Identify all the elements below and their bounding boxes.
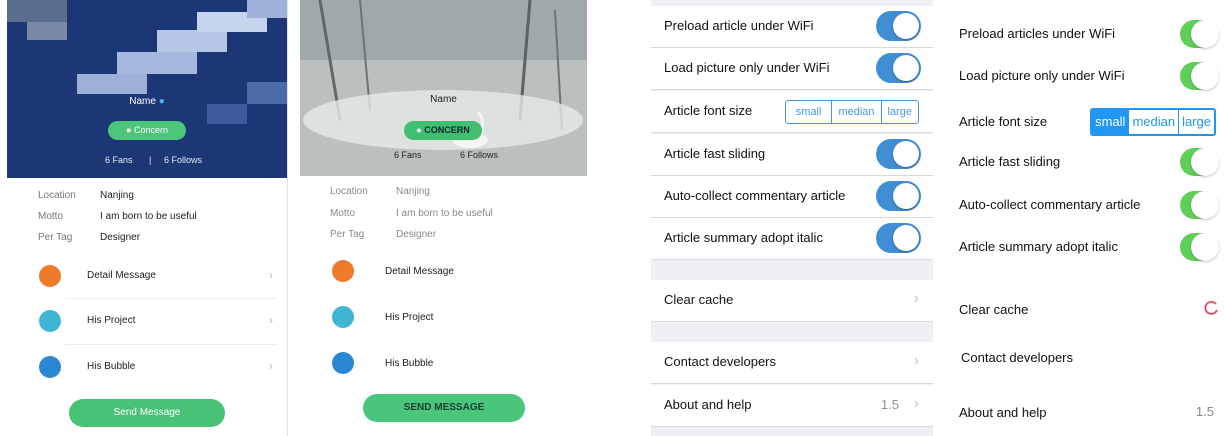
font-size-segmented-control: small median large	[784, 100, 919, 124]
follows-count[interactable]: 6 Follows	[164, 155, 202, 165]
location-value: Nanjing	[100, 190, 134, 201]
font-size-segmented-control: small median large	[1090, 108, 1216, 136]
auto-collect-toggle[interactable]	[1180, 191, 1219, 219]
about-help-row[interactable]: About and help 1.5 ›	[651, 385, 933, 427]
motto-value: I am born to be useful	[396, 208, 493, 219]
chevron-right-icon: ›	[913, 352, 919, 369]
location-label: Location	[38, 190, 76, 201]
android-settings-screen: Preload articles under WiFi Load picture…	[946, 0, 1224, 436]
chevron-right-icon: ›	[269, 313, 273, 327]
font-size-small[interactable]: small	[1092, 110, 1129, 134]
bird-icon: ●	[158, 96, 165, 107]
loading-spinner-icon	[1204, 300, 1218, 315]
contact-developers-button[interactable]: Contact developers	[961, 350, 1073, 365]
profile-screen-a: Name ● ● Concern 6 Fans | 6 Follows Loca…	[7, 0, 288, 436]
font-size-median[interactable]: median	[831, 101, 880, 123]
preload-toggle[interactable]	[1180, 20, 1219, 48]
italic-toggle[interactable]	[1180, 233, 1219, 261]
misty-swan-photo	[300, 0, 587, 176]
load-picture-label: Load picture only under WiFi	[959, 68, 1125, 83]
font-size-label: Article font size	[959, 114, 1048, 129]
chevron-right-icon: ›	[269, 268, 273, 282]
ios-settings-screen: Preload article under WiFi Load picture …	[651, 0, 933, 436]
tag-label: Per Tag	[38, 232, 73, 243]
fans-count[interactable]: 6 Fans	[105, 155, 133, 165]
clear-cache-button[interactable]: Clear cache	[959, 302, 1028, 317]
profile-screen-b: Name ● CONCERN 6 Fans 6 Follows Location…	[300, 0, 587, 436]
preload-toggle[interactable]	[876, 11, 921, 41]
fast-sliding-toggle[interactable]	[1180, 148, 1219, 176]
chevron-right-icon: ›	[913, 395, 919, 412]
menu-item-detail-message[interactable]: Detail Message	[300, 250, 587, 294]
load-picture-toggle[interactable]	[876, 53, 921, 83]
italic-toggle[interactable]	[876, 223, 921, 253]
tag-value: Designer	[100, 232, 141, 243]
auto-collect-toggle[interactable]	[876, 181, 921, 211]
setting-auto-collect: Auto-collect commentary article	[651, 176, 933, 218]
chat-bubble-icon	[39, 356, 61, 378]
profile-header-background	[7, 0, 287, 178]
auto-collect-label: Auto-collect commentary article	[959, 197, 1141, 212]
font-size-large[interactable]: large	[1178, 110, 1214, 134]
layers-icon	[39, 310, 61, 332]
clear-cache-row[interactable]: Clear cache ›	[651, 280, 933, 322]
fast-sliding-label: Article fast sliding	[959, 154, 1061, 169]
font-size-median[interactable]: median	[1128, 110, 1178, 134]
user-icon: ●	[416, 125, 422, 135]
document-icon	[39, 265, 61, 287]
chat-bubble-icon	[332, 352, 354, 374]
preload-label: Preload articles under WiFi	[959, 26, 1116, 41]
font-size-large[interactable]: large	[880, 101, 918, 123]
location-label: Location	[330, 186, 368, 197]
follows-count[interactable]: 6 Follows	[460, 150, 498, 160]
chevron-right-icon: ›	[913, 290, 919, 307]
load-picture-toggle[interactable]	[1180, 62, 1219, 90]
menu-item-his-project[interactable]: His Project ›	[7, 299, 287, 343]
setting-fast-sliding: Article fast sliding	[651, 134, 933, 176]
chevron-right-icon: ›	[269, 359, 273, 373]
menu-item-his-bubble[interactable]: His Bubble	[300, 342, 587, 386]
contact-developers-row[interactable]: Contact developers ›	[651, 342, 933, 384]
user-icon: ●	[126, 125, 132, 135]
motto-label: Motto	[330, 208, 356, 219]
menu-item-his-bubble[interactable]: His Bubble ›	[7, 345, 287, 389]
send-message-button[interactable]: SEND MESSAGE	[363, 394, 525, 422]
concern-button[interactable]: ● Concern	[108, 121, 186, 140]
version-value: 1.5	[1195, 404, 1214, 419]
setting-italic: Article summary adopt italic	[651, 218, 933, 260]
setting-preload-wifi: Preload article under WiFi	[651, 6, 933, 48]
setting-load-picture: Load picture only under WiFi	[651, 48, 933, 90]
font-size-small[interactable]: small	[786, 101, 832, 123]
pixel-sky-image	[7, 0, 287, 178]
location-value: Nanjing	[396, 186, 430, 197]
profile-header-background	[300, 0, 587, 176]
fast-sliding-toggle[interactable]	[876, 139, 921, 169]
italic-label: Article summary adopt italic	[959, 239, 1118, 254]
motto-value: I am born to be useful	[100, 211, 197, 222]
motto-label: Motto	[38, 211, 64, 222]
concern-button[interactable]: ● CONCERN	[404, 121, 482, 140]
setting-font-size: Article font size small median large	[651, 91, 933, 133]
tag-label: Per Tag	[330, 229, 365, 240]
layers-icon	[332, 306, 354, 328]
send-message-button[interactable]: Send Message	[69, 399, 225, 427]
about-help-button[interactable]: About and help	[959, 405, 1046, 420]
menu-item-detail-message[interactable]: Detail Message ›	[7, 254, 287, 298]
fans-count[interactable]: 6 Fans	[394, 150, 422, 160]
profile-name: Name	[129, 96, 156, 107]
menu-item-his-project[interactable]: His Project	[300, 296, 587, 340]
stats-divider: |	[149, 155, 152, 165]
document-icon	[332, 260, 354, 282]
profile-name: Name	[430, 94, 457, 105]
tag-value: Designer	[396, 229, 437, 240]
version-value: 1.5	[880, 397, 899, 412]
